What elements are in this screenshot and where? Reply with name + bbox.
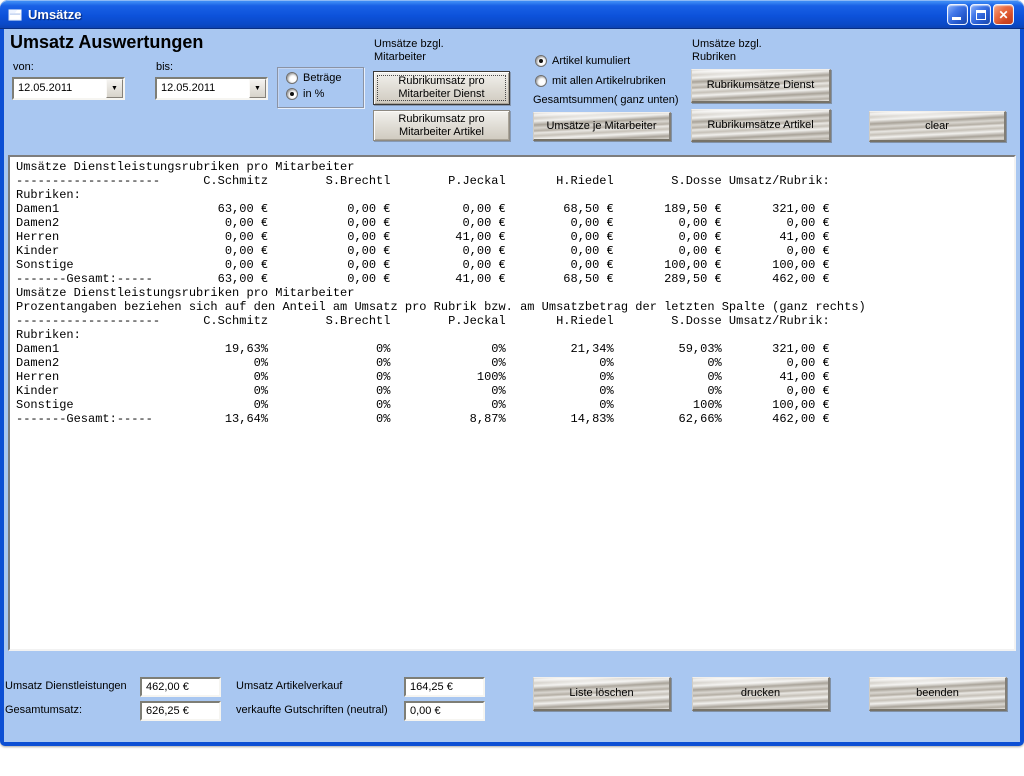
radio-icon [535, 75, 547, 87]
rubrikumsatz-pro-mitarbeiter-artikel-button[interactable]: Rubrikumsatz pro Mitarbeiter Artikel [373, 110, 510, 141]
radio-in-percent[interactable]: in % [286, 88, 363, 100]
umsatz-dienstleistungen-field[interactable]: 462,00 € [140, 677, 221, 697]
gesamtsummen-label: Gesamtsummen( ganz unten) [533, 94, 679, 107]
minimize-icon [952, 17, 961, 20]
report-textarea[interactable]: Umsätze Dienstleistungsrubriken pro Mita… [8, 155, 1016, 651]
radio-icon [286, 72, 298, 84]
combo-arrow-icon: ▼ [254, 85, 261, 92]
beenden-button[interactable]: beenden [869, 677, 1007, 711]
combo-arrow-icon: ▼ [111, 85, 118, 92]
verkaufte-gutschriften-label: verkaufte Gutschriften (neutral) [236, 704, 388, 717]
rubrikumsatz-pro-mitarbeiter-dienst-button[interactable]: Rubrikumsatz pro Mitarbeiter Dienst [373, 71, 510, 105]
close-button[interactable]: ✕ [993, 4, 1014, 25]
maximize-icon [976, 10, 986, 20]
bis-date-combobox[interactable]: 12.05.2011 ▼ [155, 77, 268, 100]
form-icon [8, 8, 23, 22]
minimize-button[interactable] [947, 4, 968, 25]
rubrikumsaetze-artikel-button[interactable]: Rubrikumsätze Artikel [691, 109, 831, 142]
report-text: Umsätze Dienstleistungsrubriken pro Mita… [10, 157, 1014, 426]
maximize-button[interactable] [970, 4, 991, 25]
von-date-value: 12.05.2011 [14, 79, 106, 98]
liste-loeschen-button[interactable]: Liste löschen [533, 677, 671, 711]
umsatz-artikelverkauf-field[interactable]: 164,25 € [404, 677, 485, 697]
umsatz-dienstleistungen-label: Umsatz Dienstleistungen [5, 680, 127, 693]
bis-date-dropdown-button[interactable]: ▼ [249, 79, 266, 98]
clear-button[interactable]: clear [869, 111, 1006, 142]
verkaufte-gutschriften-field[interactable]: 0,00 € [404, 701, 485, 721]
titlebar[interactable]: Umsätze ✕ [0, 0, 1024, 29]
rubrikumsaetze-dienst-button[interactable]: Rubrikumsätze Dienst [691, 69, 831, 103]
close-icon: ✕ [994, 5, 1013, 24]
umsatz-artikelverkauf-label: Umsatz Artikelverkauf [236, 680, 342, 693]
drucken-button[interactable]: drucken [692, 677, 830, 711]
radio-icon [286, 88, 298, 100]
umsaetze-bzgl-rubriken-label: Umsätze bzgl.Rubriken [692, 38, 762, 64]
radio-artikel-kumuliert[interactable]: Artikel kumuliert [535, 55, 630, 67]
radio-mit-allen-artikelrubriken[interactable]: mit allen Artikelrubriken [535, 75, 666, 87]
radio-betraege[interactable]: Beträge [286, 72, 363, 84]
gesamtumsatz-field[interactable]: 626,25 € [140, 701, 221, 721]
bis-label: bis: [156, 61, 173, 74]
gesamtumsatz-label: Gesamtumsatz: [5, 704, 82, 717]
window-title: Umsätze [28, 7, 81, 22]
umsaetze-bzgl-mitarbeiter-label: Umsätze bzgl.Mitarbeiter [374, 38, 444, 64]
form-client-area: Umsatz Auswertungen von: 12.05.2011 ▼ bi… [4, 29, 1020, 742]
bis-date-value: 12.05.2011 [157, 79, 249, 98]
umsaetze-je-mitarbeiter-button[interactable]: Umsätze je Mitarbeiter [533, 112, 671, 141]
von-date-dropdown-button[interactable]: ▼ [106, 79, 123, 98]
von-label: von: [13, 61, 34, 74]
von-date-combobox[interactable]: 12.05.2011 ▼ [12, 77, 125, 100]
radio-icon [535, 55, 547, 67]
display-mode-groupbox: Beträge in % [277, 67, 364, 108]
page-title: Umsatz Auswertungen [10, 32, 203, 53]
app-window: Umsätze ✕ Umsatz Auswertungen von: 12.05… [0, 0, 1024, 746]
